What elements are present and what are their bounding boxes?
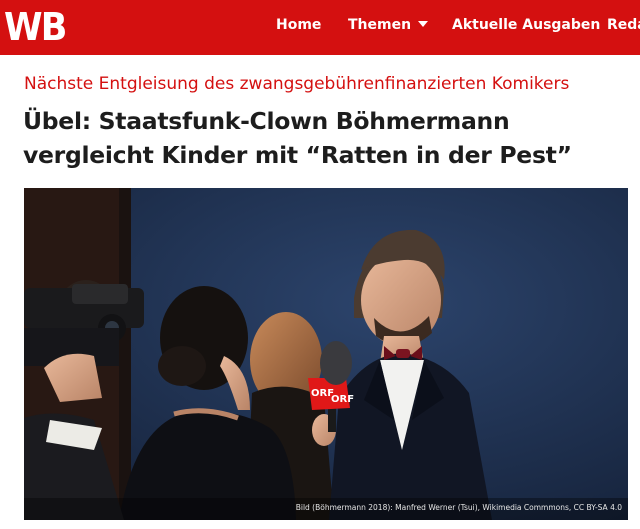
nav-item-aktuelle-ausgaben[interactable]: Aktuelle Ausgaben	[452, 17, 600, 33]
nav-item-themen[interactable]: Themen	[348, 17, 429, 33]
nav-item-label: Themen	[348, 17, 412, 33]
photo-illustration: ORF ORF	[24, 188, 628, 520]
article-kicker[interactable]: Nächste Entgleisung des zwangsgebührenfi…	[24, 74, 569, 94]
main-nav: Home Themen Aktuelle Ausgaben Reda	[0, 0, 640, 55]
headline-line-2: vergleicht Kinder mit “Ratten in der Pes…	[23, 141, 572, 169]
nav-item-redaktion[interactable]: Reda	[607, 17, 640, 33]
article-hero-image[interactable]: ORF ORF Bild (Böhmermann 2018): Manfred …	[24, 188, 628, 520]
article-headline[interactable]: Übel: Staatsfunk-Clown Böhmermann vergle…	[23, 104, 623, 172]
chevron-down-icon	[418, 21, 429, 27]
headline-line-1: Übel: Staatsfunk-Clown Böhmermann	[23, 107, 510, 135]
top-navigation-bar: WB Home Themen Aktuelle Ausgaben Reda	[0, 0, 640, 55]
image-credit: Bild (Böhmermann 2018): Manfred Werner (…	[295, 503, 622, 512]
orf-logo-side: ORF	[331, 394, 354, 405]
nav-item-home[interactable]: Home	[276, 17, 321, 33]
